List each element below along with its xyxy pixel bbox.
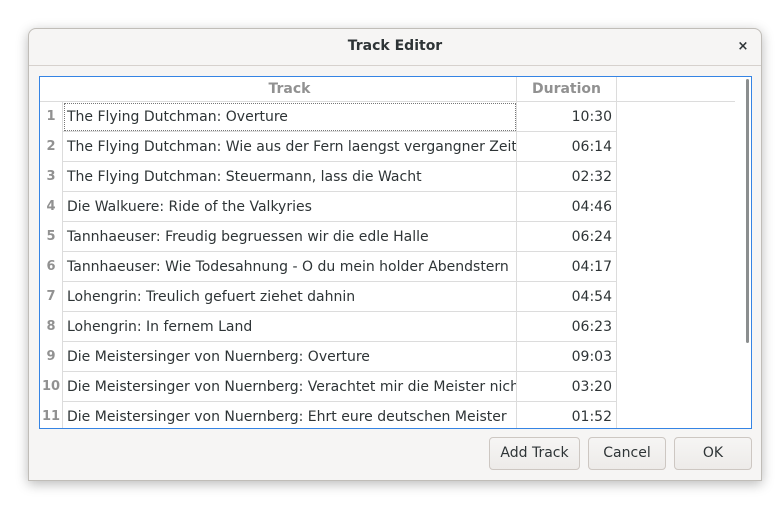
table-row[interactable]: 1 The Flying Dutchman: Overture 10:30	[40, 102, 617, 132]
row-number: 11	[40, 402, 63, 428]
row-number: 8	[40, 312, 63, 342]
duration-cell[interactable]: 10:30	[517, 102, 617, 132]
vertical-scrollbar[interactable]	[746, 79, 749, 343]
row-number: 3	[40, 162, 63, 192]
track-cell[interactable]: The Flying Dutchman: Steuermann, lass di…	[63, 162, 517, 192]
duration-cell[interactable]: 06:23	[517, 312, 617, 342]
column-header-duration[interactable]: Duration	[517, 77, 617, 102]
track-cell[interactable]: The Flying Dutchman: Overture	[63, 102, 517, 132]
table-row[interactable]: 11 Die Meistersinger von Nuernberg: Ehrt …	[40, 402, 617, 428]
track-cell[interactable]: The Flying Dutchman: Wie aus der Fern la…	[63, 132, 517, 162]
table-row[interactable]: 8 Lohengrin: In fernem Land 06:23	[40, 312, 617, 342]
duration-cell[interactable]: 01:52	[517, 402, 617, 428]
track-cell[interactable]: Tannhaeuser: Wie Todesahnung - O du mein…	[63, 252, 517, 282]
table-row[interactable]: 3 The Flying Dutchman: Steuermann, lass d…	[40, 162, 617, 192]
duration-cell[interactable]: 06:14	[517, 132, 617, 162]
track-cell[interactable]: Tannhaeuser: Freudig begruessen wir die …	[63, 222, 517, 252]
table-row[interactable]: 2 The Flying Dutchman: Wie aus der Fern l…	[40, 132, 617, 162]
cancel-button[interactable]: Cancel	[588, 437, 666, 470]
duration-cell[interactable]: 04:46	[517, 192, 617, 222]
column-header-track[interactable]: Track	[63, 77, 517, 102]
track-cell[interactable]: Die Meistersinger von Nuernberg: Overtur…	[63, 342, 517, 372]
track-editor-dialog: Track Editor × Track Duration 1 The Flyin…	[28, 28, 762, 481]
title-bar[interactable]: Track Editor ×	[29, 29, 761, 66]
track-cell[interactable]: Die Meistersinger von Nuernberg: Veracht…	[63, 372, 517, 402]
table-row[interactable]: 5 Tannhaeuser: Freudig begruessen wir die…	[40, 222, 617, 252]
row-number: 2	[40, 132, 63, 162]
duration-cell[interactable]: 06:24	[517, 222, 617, 252]
row-number: 10	[40, 372, 63, 402]
ok-button[interactable]: OK	[674, 437, 752, 470]
track-cell[interactable]: Die Meistersinger von Nuernberg: Ehrt eu…	[63, 402, 517, 428]
table-row[interactable]: 6 Tannhaeuser: Wie Todesahnung - O du mei…	[40, 252, 617, 282]
duration-cell[interactable]: 04:17	[517, 252, 617, 282]
row-number: 1	[40, 102, 63, 132]
header-corner	[40, 77, 63, 102]
track-cell[interactable]: Lohengrin: Treulich gefuert ziehet dahni…	[63, 282, 517, 312]
close-icon[interactable]: ×	[733, 37, 753, 57]
column-header-filler	[617, 77, 735, 102]
row-number: 4	[40, 192, 63, 222]
track-cell[interactable]: Die Walkuere: Ride of the Valkyries	[63, 192, 517, 222]
duration-cell[interactable]: 04:54	[517, 282, 617, 312]
table-row[interactable]: 7 Lohengrin: Treulich gefuert ziehet dahn…	[40, 282, 617, 312]
row-number: 7	[40, 282, 63, 312]
add-track-button[interactable]: Add Track	[489, 437, 580, 470]
duration-cell[interactable]: 03:20	[517, 372, 617, 402]
window-title: Track Editor	[347, 38, 443, 54]
duration-cell[interactable]: 02:32	[517, 162, 617, 192]
row-number: 9	[40, 342, 63, 372]
track-cell[interactable]: Lohengrin: In fernem Land	[63, 312, 517, 342]
row-number: 5	[40, 222, 63, 252]
table-row[interactable]: 9 Die Meistersinger von Nuernberg: Overtu…	[40, 342, 617, 372]
track-table[interactable]: Track Duration 1 The Flying Dutchman: Ove…	[39, 76, 752, 429]
table-row[interactable]: 4 Die Walkuere: Ride of the Valkyries 04:4…	[40, 192, 617, 222]
row-number: 6	[40, 252, 63, 282]
duration-cell[interactable]: 09:03	[517, 342, 617, 372]
table-row[interactable]: 10 Die Meistersinger von Nuernberg: Verac…	[40, 372, 617, 402]
